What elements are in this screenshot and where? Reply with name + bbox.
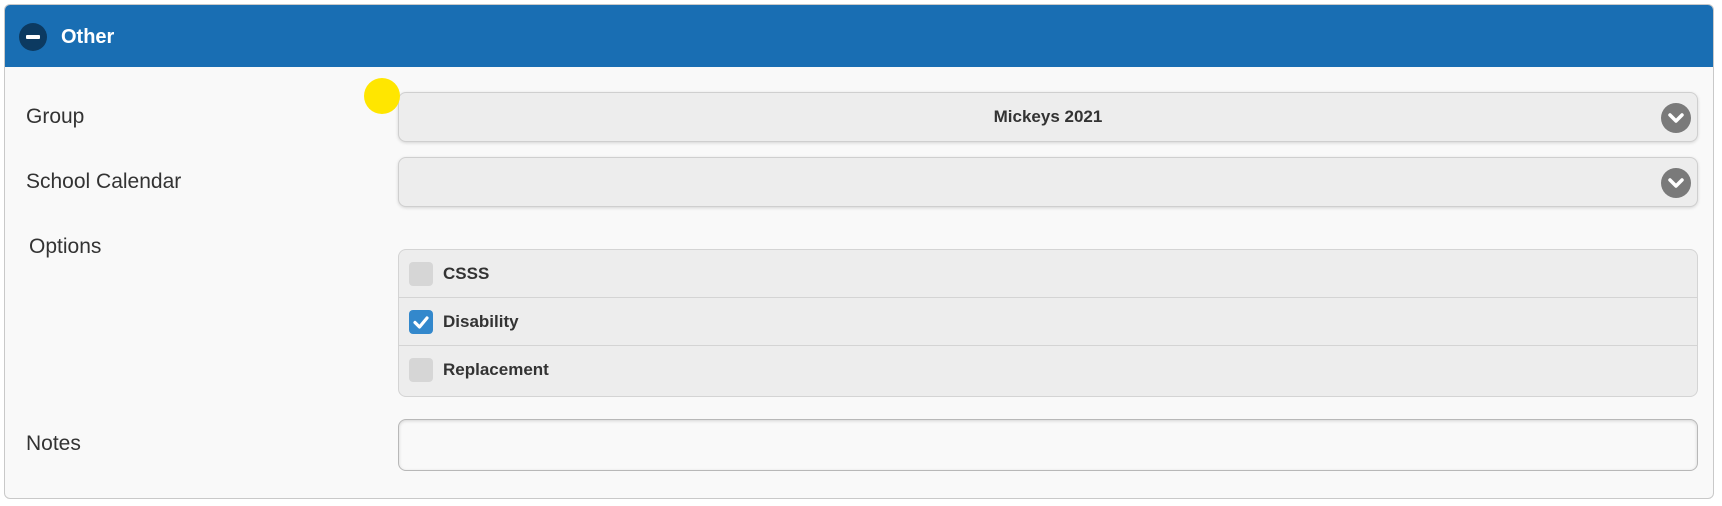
- school-calendar-label: School Calendar: [26, 170, 182, 193]
- panel-header[interactable]: Other: [5, 5, 1713, 67]
- chevron-down-icon[interactable]: [1661, 168, 1691, 198]
- notes-label: Notes: [26, 432, 81, 455]
- options-checkbox-group: CSSS Disability Replacement: [398, 249, 1698, 397]
- csss-checkbox[interactable]: [409, 262, 433, 286]
- school-calendar-select[interactable]: [398, 157, 1698, 207]
- option-label: Replacement: [443, 360, 549, 379]
- option-disability[interactable]: Disability: [399, 298, 1697, 346]
- option-csss[interactable]: CSSS: [399, 250, 1697, 298]
- replacement-checkbox[interactable]: [409, 358, 433, 382]
- option-label: CSSS: [443, 264, 490, 283]
- school-calendar-select-value: [399, 158, 1637, 206]
- other-panel: Other Group Mickeys 2021 School Calendar…: [4, 4, 1714, 499]
- option-label: Disability: [443, 312, 519, 331]
- cursor-highlight: [364, 78, 400, 114]
- options-label: Options: [29, 235, 102, 258]
- minus-circle-icon[interactable]: [19, 23, 47, 51]
- option-replacement[interactable]: Replacement: [399, 346, 1697, 394]
- group-label: Group: [26, 105, 85, 128]
- group-select-value: Mickeys 2021: [993, 107, 1103, 126]
- chevron-down-glyph: [1668, 113, 1684, 123]
- group-select[interactable]: Mickeys 2021: [398, 92, 1698, 142]
- notes-input[interactable]: [398, 419, 1698, 471]
- chevron-down-glyph: [1668, 178, 1684, 188]
- panel-title: Other: [61, 26, 115, 48]
- disability-checkbox[interactable]: [409, 310, 433, 334]
- minus-bar: [26, 35, 40, 39]
- chevron-down-icon[interactable]: [1661, 103, 1691, 133]
- checkmark-icon: [413, 316, 429, 329]
